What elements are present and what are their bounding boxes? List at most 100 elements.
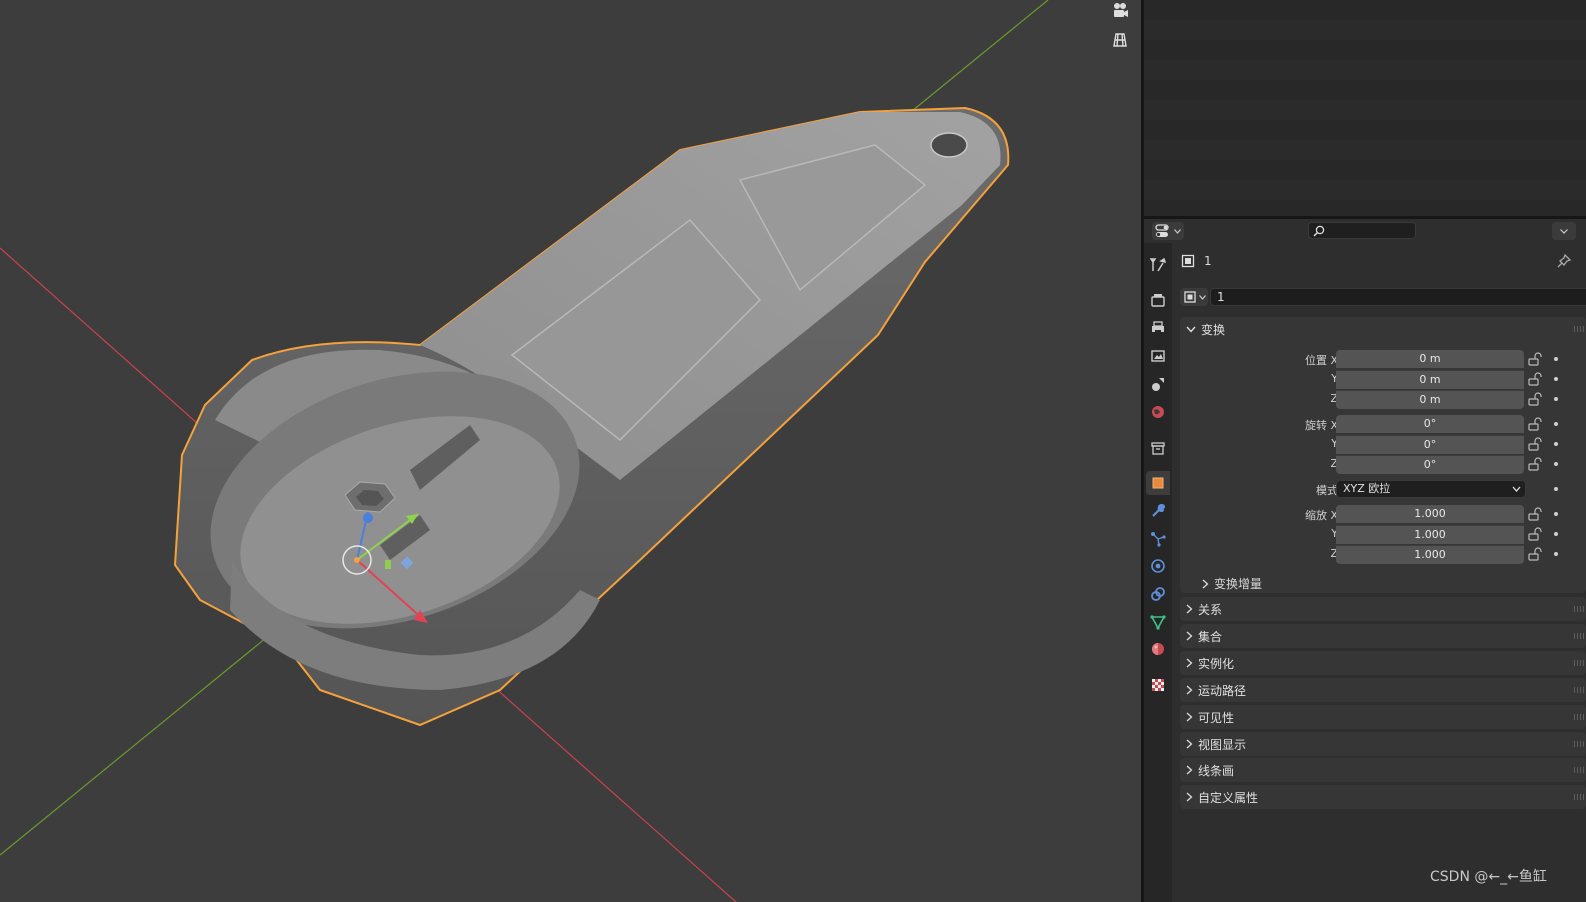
image-icon: [1151, 350, 1165, 362]
drag-grip[interactable]: [1574, 741, 1586, 747]
keyframe-dot[interactable]: [1554, 512, 1558, 516]
keyframe-dot[interactable]: [1554, 357, 1558, 361]
drag-grip[interactable]: [1574, 767, 1586, 773]
properties-editor-icon: [1155, 224, 1169, 237]
keyframe-dot[interactable]: [1554, 442, 1558, 446]
editor-type-button[interactable]: [1152, 222, 1184, 240]
scale-x-field[interactable]: 1.000: [1336, 505, 1524, 523]
keyframe-dot[interactable]: [1554, 552, 1558, 556]
tab-view-layer[interactable]: [1146, 344, 1170, 368]
location-y-field[interactable]: 0 m: [1336, 370, 1524, 389]
tab-physics[interactable]: [1146, 554, 1170, 578]
header-options-dropdown[interactable]: [1552, 222, 1576, 240]
drag-grip[interactable]: [1574, 660, 1586, 666]
keyframe-dot[interactable]: [1554, 462, 1558, 466]
keyframe-dot[interactable]: [1554, 487, 1558, 491]
tab-output[interactable]: [1146, 316, 1170, 340]
panel-collections[interactable]: 集合: [1180, 624, 1586, 648]
chevron-right-icon: [1186, 658, 1193, 668]
tab-material[interactable]: [1146, 637, 1170, 661]
panel-line-art[interactable]: 线条画: [1180, 758, 1586, 782]
panel-motion-paths[interactable]: 运动路径: [1180, 678, 1586, 702]
checker-texture-icon: [1152, 679, 1164, 691]
panel-visibility[interactable]: 可见性: [1180, 705, 1586, 729]
mount-hole: [930, 132, 968, 158]
object-browse-button[interactable]: [1180, 288, 1208, 306]
rotation-y-field[interactable]: 0°: [1336, 435, 1524, 454]
panel-custom-properties[interactable]: 自定义属性: [1180, 785, 1586, 809]
keyframe-dot[interactable]: [1554, 532, 1558, 536]
delta-transform-subpanel[interactable]: 变换增量: [1202, 575, 1262, 592]
physics-icon: [1151, 559, 1165, 573]
chevron-right-icon: [1186, 631, 1193, 641]
camera-view-icon[interactable]: [1109, 0, 1131, 22]
tab-data[interactable]: [1146, 610, 1170, 634]
unlock-icon[interactable]: [1527, 436, 1543, 452]
rotation-mode-value: XYZ 欧拉: [1343, 482, 1391, 495]
3d-viewport[interactable]: [0, 0, 1141, 902]
scale-y-field[interactable]: 1.000: [1336, 525, 1524, 544]
object-name-field[interactable]: 1: [1210, 288, 1586, 306]
object-context-row: 1: [1180, 253, 1212, 269]
constraint-icon: [1151, 587, 1165, 601]
unlock-icon[interactable]: [1527, 546, 1543, 562]
panel-viewport-display[interactable]: 视图显示: [1180, 732, 1586, 756]
render-icon: [1151, 294, 1165, 307]
tab-texture[interactable]: [1146, 673, 1170, 697]
location-x-field[interactable]: 0 m: [1336, 350, 1524, 368]
tab-scene[interactable]: [1146, 372, 1170, 396]
rotation-mode-select[interactable]: XYZ 欧拉: [1336, 480, 1526, 498]
archive-box-icon: [1151, 442, 1165, 455]
outliner-area[interactable]: [1144, 0, 1586, 216]
tab-particles[interactable]: [1146, 527, 1170, 551]
viewport-scene[interactable]: [0, 0, 1141, 902]
transform-title: 变换: [1201, 322, 1226, 337]
search-input[interactable]: [1325, 223, 1409, 238]
chevron-right-icon: [1186, 739, 1193, 749]
drag-grip[interactable]: [1574, 794, 1586, 800]
chevron-down-icon: [1198, 294, 1206, 300]
tab-render[interactable]: [1146, 288, 1170, 312]
material-sphere-icon: [1152, 643, 1164, 655]
unlock-icon[interactable]: [1527, 456, 1543, 472]
panel-line-art-title: 线条画: [1198, 763, 1235, 778]
panel-instancing[interactable]: 实例化: [1180, 651, 1586, 675]
transform-panel-header[interactable]: 变换: [1180, 317, 1225, 341]
unlock-icon[interactable]: [1527, 371, 1543, 387]
tab-object[interactable]: [1146, 471, 1170, 495]
drag-grip[interactable]: [1574, 687, 1586, 693]
scale-z-field[interactable]: 1.000: [1336, 545, 1524, 564]
panel-motion-paths-title: 运动路径: [1198, 683, 1247, 698]
tab-constraints[interactable]: [1146, 582, 1170, 606]
search-field[interactable]: [1308, 222, 1416, 239]
ortho-grid-icon[interactable]: [1109, 29, 1131, 51]
unlock-icon[interactable]: [1527, 506, 1543, 522]
rotation-x-label: 旋转 X: [1304, 419, 1338, 432]
tab-world[interactable]: [1146, 400, 1170, 424]
keyframe-dot[interactable]: [1554, 397, 1558, 401]
unlock-icon[interactable]: [1527, 351, 1543, 367]
tab-collection[interactable]: [1146, 436, 1170, 460]
drag-grip[interactable]: [1574, 714, 1586, 720]
drag-grip[interactable]: [1574, 326, 1586, 332]
wrench-icon: [1152, 503, 1166, 517]
tab-modifiers[interactable]: [1146, 499, 1170, 523]
pin-icon[interactable]: [1556, 253, 1572, 269]
tab-tool[interactable]: [1146, 253, 1170, 277]
location-z-field[interactable]: 0 m: [1336, 390, 1524, 409]
world-icon: [1152, 406, 1164, 418]
object-square-icon: [1152, 477, 1164, 489]
rotation-z-field[interactable]: 0°: [1336, 455, 1524, 474]
rotation-x-field[interactable]: 0°: [1336, 415, 1524, 433]
unlock-icon[interactable]: [1527, 526, 1543, 542]
keyframe-dot[interactable]: [1554, 422, 1558, 426]
panel-relations[interactable]: 关系: [1180, 597, 1586, 621]
drag-grip[interactable]: [1574, 606, 1586, 612]
keyframe-dot[interactable]: [1554, 377, 1558, 381]
unlock-icon[interactable]: [1527, 416, 1543, 432]
panel-viewport-display-title: 视图显示: [1198, 737, 1247, 752]
unlock-icon[interactable]: [1527, 391, 1543, 407]
panel-visibility-title: 可见性: [1198, 710, 1235, 725]
chevron-right-icon: [1202, 579, 1209, 588]
drag-grip[interactable]: [1574, 633, 1586, 639]
